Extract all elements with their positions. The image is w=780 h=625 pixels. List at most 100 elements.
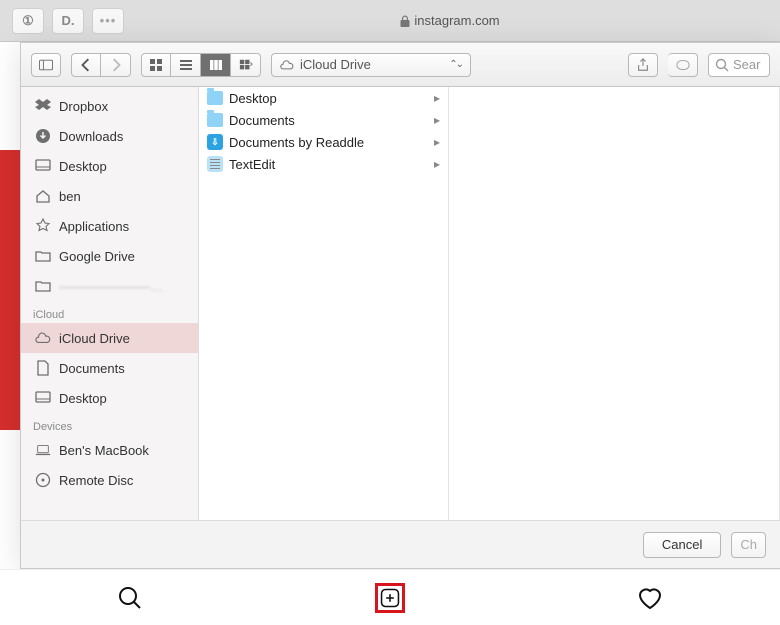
back-button[interactable]	[71, 53, 101, 77]
sidebar-label: Documents	[59, 361, 125, 376]
laptop-icon	[35, 442, 51, 458]
search-icon	[117, 585, 143, 611]
sidebar-item-applications[interactable]: Applications	[21, 211, 198, 241]
caret-updown-icon: ⌃⌄	[449, 59, 462, 70]
sidebar-icon	[39, 58, 53, 72]
sidebar-item-desktop[interactable]: Desktop	[21, 151, 198, 181]
sidebar-item-icloud-drive[interactable]: iCloud Drive	[21, 323, 198, 353]
tags-button[interactable]	[668, 53, 698, 77]
share-icon	[636, 58, 650, 72]
sidebar-item-redacted[interactable]: ———————…	[21, 271, 198, 301]
sidebar-item-downloads[interactable]: Downloads	[21, 121, 198, 151]
dropbox-icon	[35, 98, 51, 114]
extension-button-2[interactable]: D.	[52, 8, 84, 34]
view-gallery-button[interactable]	[231, 53, 261, 77]
browser-toolbar: ① D. ••• instagram.com	[0, 0, 780, 42]
sidebar-item-google-drive[interactable]: Google Drive	[21, 241, 198, 271]
view-list-button[interactable]	[171, 53, 201, 77]
chevron-right-icon: ▸	[434, 91, 440, 105]
sidebar-item-documents[interactable]: Documents	[21, 353, 198, 383]
cloud-icon	[35, 330, 51, 346]
choose-button[interactable]: Ch	[731, 532, 766, 558]
file-label: Desktop	[229, 91, 277, 106]
cancel-button[interactable]: Cancel	[643, 532, 721, 558]
textedit-icon	[207, 156, 223, 172]
sidebar-label: Ben's MacBook	[59, 443, 149, 458]
column-1: Desktop ▸ Documents ▸ ⇩ Documents by Rea…	[199, 87, 449, 520]
sidebar-label: iCloud Drive	[59, 331, 130, 346]
file-picker-footer: Cancel Ch	[21, 520, 780, 568]
view-columns-button[interactable]	[201, 53, 231, 77]
plus-icon	[380, 585, 400, 611]
file-row-documents[interactable]: Documents ▸	[199, 109, 448, 131]
choose-label: Ch	[740, 537, 757, 552]
path-dropdown[interactable]: iCloud Drive ⌃⌄	[271, 53, 471, 77]
file-label: TextEdit	[229, 157, 275, 172]
sidebar-label: Desktop	[59, 391, 107, 406]
chevron-right-icon: ▸	[434, 113, 440, 127]
file-row-desktop[interactable]: Desktop ▸	[199, 87, 448, 109]
extension-1-label: ①	[22, 13, 34, 29]
tag-icon	[676, 58, 690, 72]
file-picker-sheet: iCloud Drive ⌃⌄ Sear Dropbox Downloads D…	[20, 42, 780, 569]
nav-create-button[interactable]	[375, 583, 405, 613]
folder-icon	[207, 91, 223, 105]
home-icon	[35, 188, 51, 204]
list-icon	[179, 58, 193, 72]
chevron-right-icon	[109, 58, 123, 72]
share-button[interactable]	[628, 53, 658, 77]
file-picker-sidebar: Dropbox Downloads Desktop ben Applicatio…	[21, 87, 199, 520]
file-label: Documents by Readdle	[229, 135, 364, 150]
nav-search-button[interactable]	[115, 583, 145, 613]
sidebar-label: Applications	[59, 219, 129, 234]
grid-icon	[149, 58, 163, 72]
sidebar-item-desktop-icloud[interactable]: Desktop	[21, 383, 198, 413]
extension-button-1[interactable]: ①	[12, 8, 44, 34]
chevron-right-icon: ▸	[434, 135, 440, 149]
path-label: iCloud Drive	[300, 57, 371, 72]
document-icon	[35, 360, 51, 376]
extension-more-button[interactable]: •••	[92, 8, 124, 34]
lock-icon	[400, 15, 410, 27]
address-domain: instagram.com	[414, 13, 499, 28]
chevron-left-icon	[79, 58, 93, 72]
file-row-textedit[interactable]: TextEdit ▸	[199, 153, 448, 175]
sidebar-item-remote-disc[interactable]: Remote Disc	[21, 465, 198, 495]
sidebar-label: Google Drive	[59, 249, 135, 264]
search-field[interactable]: Sear	[708, 53, 770, 77]
address-bar[interactable]: instagram.com	[132, 13, 768, 28]
file-label: Documents	[229, 113, 295, 128]
folder-icon	[35, 278, 51, 294]
sidebar-item-dropbox[interactable]: Dropbox	[21, 91, 198, 121]
heart-icon	[636, 585, 664, 611]
sidebar-label: Desktop	[59, 159, 107, 174]
nav-activity-button[interactable]	[635, 583, 665, 613]
view-mode-buttons	[141, 53, 261, 77]
forward-button[interactable]	[101, 53, 131, 77]
sidebar-toggle-button[interactable]	[31, 53, 61, 77]
downloads-icon	[35, 128, 51, 144]
gallery-icon	[239, 58, 253, 72]
sidebar-label: Remote Disc	[59, 473, 133, 488]
file-picker-toolbar: iCloud Drive ⌃⌄ Sear	[21, 43, 780, 87]
folder-icon	[35, 248, 51, 264]
cancel-label: Cancel	[662, 537, 702, 552]
search-icon	[715, 58, 729, 72]
nav-buttons	[71, 53, 131, 77]
file-row-readdle[interactable]: ⇩ Documents by Readdle ▸	[199, 131, 448, 153]
view-icons-button[interactable]	[141, 53, 171, 77]
disc-icon	[35, 472, 51, 488]
sidebar-section-icloud: iCloud	[21, 301, 198, 323]
folder-icon	[207, 113, 223, 127]
instagram-bottom-nav	[0, 569, 780, 625]
sidebar-item-home[interactable]: ben	[21, 181, 198, 211]
search-placeholder: Sear	[733, 57, 760, 72]
sidebar-label: ben	[59, 189, 81, 204]
applications-icon	[35, 218, 51, 234]
chevron-right-icon: ▸	[434, 157, 440, 171]
background-accent	[0, 150, 20, 430]
sidebar-label: Dropbox	[59, 99, 108, 114]
sidebar-section-devices: Devices	[21, 413, 198, 435]
sidebar-label: Downloads	[59, 129, 123, 144]
sidebar-item-macbook[interactable]: Ben's MacBook	[21, 435, 198, 465]
